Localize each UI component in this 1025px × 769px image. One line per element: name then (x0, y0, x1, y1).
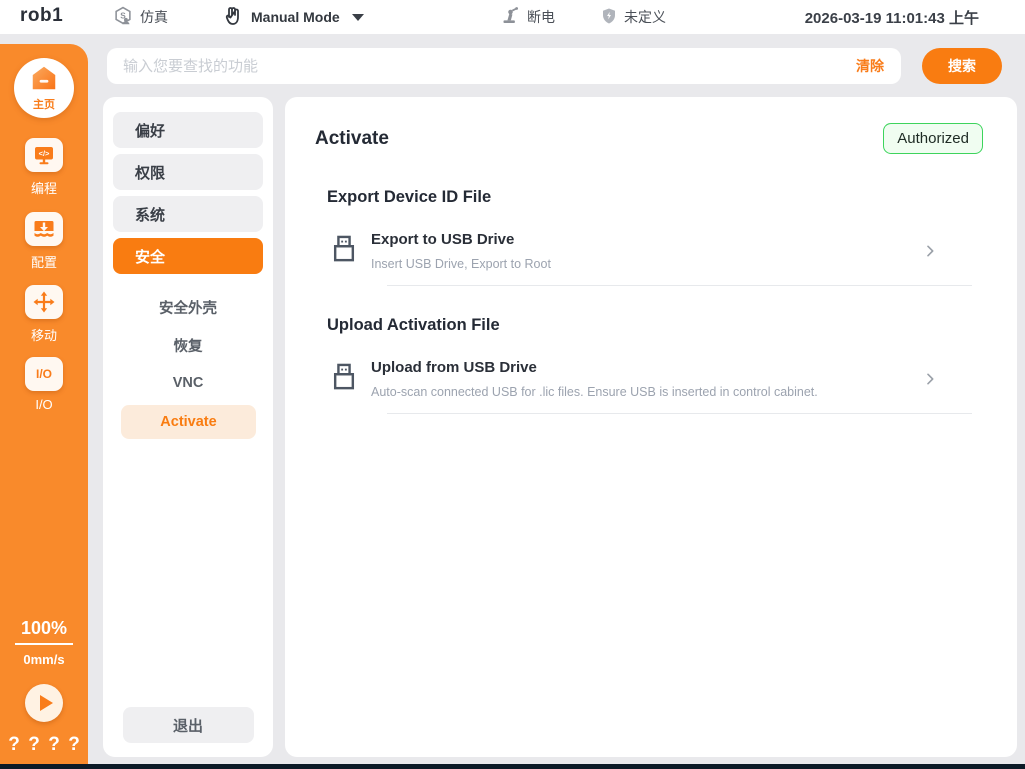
submenu-item-recovery[interactable]: 恢复 (113, 326, 263, 364)
code-monitor-icon: </> (25, 138, 63, 172)
export-usb-row[interactable]: Export to USB Drive Insert USB Drive, Ex… (331, 231, 983, 271)
clear-button[interactable]: 清除 (848, 56, 901, 76)
top-bar: rob1 S 仿真 Manual Mode (0, 0, 1025, 34)
unknown-icon-2[interactable]: ? (28, 734, 40, 756)
speed-value: 0mm/s (0, 652, 88, 667)
safety-submenu: 安全外壳 恢复 VNC Activate (113, 288, 263, 439)
status-badge: Authorized (883, 123, 983, 154)
export-usb-title: Export to USB Drive (371, 231, 922, 248)
mode-label: Manual Mode (251, 9, 340, 25)
simulation-label: 仿真 (140, 7, 168, 27)
chevron-down-icon (352, 14, 364, 21)
datetime-display: 2026-03-19 11:01:43 上午 (805, 0, 979, 34)
safety-status[interactable]: 未定义 (600, 0, 666, 34)
sidebar-item-program-label: 编程 (31, 178, 57, 197)
svg-text:</>: </> (39, 149, 50, 158)
chevron-right-icon[interactable] (922, 243, 938, 259)
sidebar-item-io-label: I/O (35, 397, 52, 412)
safety-label: 未定义 (624, 7, 666, 27)
simulation-toggle[interactable]: S 仿真 (112, 0, 168, 34)
submenu-item-activate[interactable]: Activate (121, 405, 256, 439)
usb-drive-icon (331, 362, 357, 397)
mode-dropdown[interactable]: Manual Mode (221, 0, 364, 34)
upload-usb-subtitle: Auto-scan connected USB for .lic files. … (371, 385, 922, 399)
sidebar-item-config-label: 配置 (31, 252, 57, 271)
main-sidebar: 主页 </> 编程 配置 (0, 44, 88, 769)
settings-menu-panel: 偏好 权限 系统 安全 安全外壳 恢复 VNC Activate 退出 (103, 97, 273, 757)
section-heading-export: Export Device ID File (327, 188, 983, 207)
io-icon: I/O (25, 357, 63, 391)
search-button[interactable]: 搜索 (922, 48, 1002, 84)
play-button[interactable] (25, 684, 63, 722)
hand-icon (221, 4, 245, 31)
sidebar-item-config[interactable]: 配置 (0, 212, 88, 271)
sidebar-item-program[interactable]: </> 编程 (0, 138, 88, 197)
menu-item-safety[interactable]: 安全 (113, 238, 263, 274)
menu-item-system[interactable]: 系统 (113, 196, 263, 232)
play-icon (40, 695, 53, 711)
menu-item-preferences[interactable]: 偏好 (113, 112, 263, 148)
chevron-right-icon[interactable] (922, 371, 938, 387)
divider (387, 413, 972, 414)
status-icon-row: ? ? ? ? (0, 734, 88, 756)
simulation-hexagon-icon: S (112, 5, 134, 30)
shield-bolt-icon (600, 7, 618, 28)
divider (387, 285, 972, 286)
section-heading-upload: Upload Activation File (327, 316, 983, 335)
upload-usb-row[interactable]: Upload from USB Drive Auto-scan connecte… (331, 359, 983, 399)
sidebar-item-io[interactable]: I/O I/O (0, 357, 88, 412)
sidebar-item-home[interactable]: 主页 (14, 58, 74, 118)
menu-item-permissions[interactable]: 权限 (113, 154, 263, 190)
speed-percent-control[interactable]: 100% (0, 618, 88, 645)
unknown-icon-1[interactable]: ? (8, 734, 20, 756)
exit-button[interactable]: 退出 (123, 707, 254, 743)
power-status[interactable]: 断电 (500, 0, 555, 34)
home-icon (29, 65, 59, 96)
unknown-icon-3[interactable]: ? (48, 734, 60, 756)
search-bar: 清除 (107, 48, 901, 84)
sidebar-item-move-label: 移动 (31, 325, 57, 344)
sidebar-item-home-label: 主页 (33, 96, 55, 112)
activate-panel: Activate Authorized Export Device ID Fil… (285, 97, 1017, 757)
robot-arm-icon (500, 5, 521, 29)
bottom-edge-bar (0, 764, 1025, 769)
usb-drive-icon (331, 234, 357, 269)
sidebar-item-move[interactable]: 移动 (0, 285, 88, 344)
upload-usb-title: Upload from USB Drive (371, 359, 922, 376)
move-arrows-icon (25, 285, 63, 319)
app-logo: rob1 (20, 5, 63, 27)
submenu-item-safety-shell[interactable]: 安全外壳 (113, 288, 263, 326)
page-title: Activate (315, 128, 389, 150)
submenu-item-vnc[interactable]: VNC (113, 364, 263, 402)
search-input[interactable] (107, 58, 848, 75)
power-label: 断电 (527, 7, 555, 27)
export-usb-subtitle: Insert USB Drive, Export to Root (371, 257, 922, 271)
unknown-icon-4[interactable]: ? (68, 734, 80, 756)
download-config-icon (25, 212, 63, 246)
speed-underline (15, 643, 73, 645)
